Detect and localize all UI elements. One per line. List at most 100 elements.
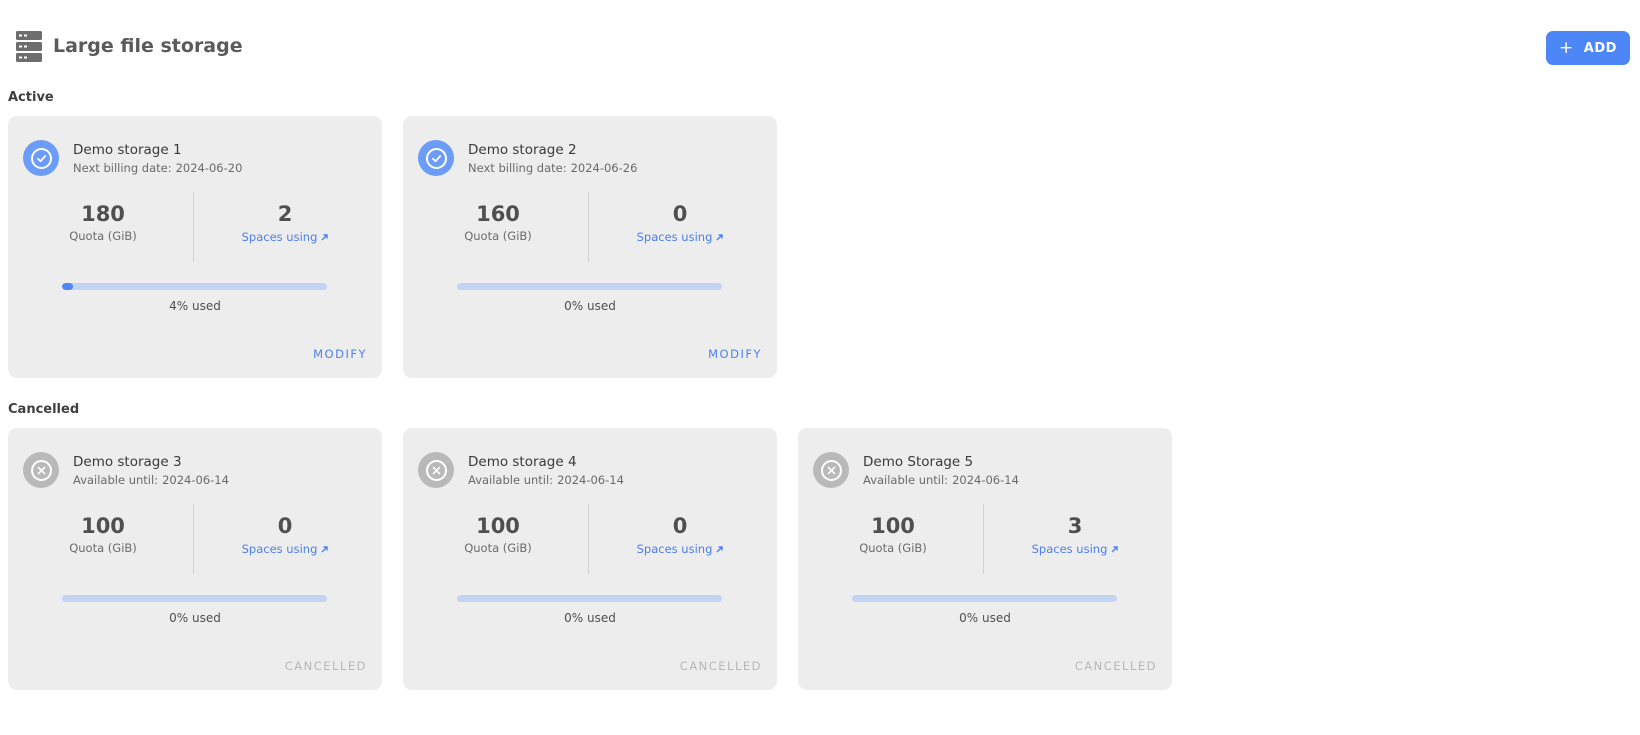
- usage-progress-bar: [62, 283, 327, 290]
- spaces-stat: 2 Spaces using: [219, 202, 351, 245]
- external-arrow-icon: [716, 542, 724, 556]
- stat-divider: [193, 504, 194, 574]
- spaces-using-link[interactable]: Spaces using: [1032, 542, 1119, 556]
- external-arrow-icon: [1111, 542, 1119, 556]
- check-circle-icon: [418, 140, 454, 176]
- page-header: Large file storage + ADD: [16, 28, 1630, 68]
- active-storage-list: Demo storage 1 Next billing date: 2024-06…: [8, 116, 777, 378]
- date-label: Next billing date:: [73, 161, 172, 175]
- check-circle-icon: [23, 140, 59, 176]
- date-value: 2024-06-14: [557, 473, 624, 487]
- storage-name: Demo storage 1: [73, 142, 182, 158]
- external-arrow-icon: [716, 230, 724, 244]
- storage-date: Next billing date: 2024-06-26: [468, 161, 637, 175]
- x-circle-icon: [813, 452, 849, 488]
- storage-date: Available until: 2024-06-14: [863, 473, 1019, 487]
- external-arrow-icon: [321, 230, 329, 244]
- spaces-stat: 0 Spaces using: [614, 202, 746, 245]
- spaces-stat: 3 Spaces using: [1009, 514, 1141, 557]
- spaces-value: 2: [277, 202, 293, 226]
- add-button-label: ADD: [1583, 40, 1617, 56]
- usage-text: 4% used: [169, 299, 221, 313]
- quota-value: 100: [81, 514, 125, 538]
- storage-card: Demo storage 3 Available until: 2024-06-1…: [8, 428, 382, 690]
- stat-divider: [588, 192, 589, 262]
- date-label: Next billing date:: [468, 161, 567, 175]
- quota-label: Quota (GiB): [69, 541, 137, 555]
- storage-name: Demo storage 4: [468, 454, 577, 470]
- x-circle-icon: [418, 452, 454, 488]
- quota-value: 100: [476, 514, 520, 538]
- date-value: 2024-06-20: [175, 161, 243, 175]
- usage-text: 0% used: [564, 611, 616, 625]
- quota-label: Quota (GiB): [464, 541, 532, 555]
- date-label: Available until:: [73, 473, 159, 487]
- usage-progress-fill: [62, 283, 73, 290]
- usage-progress-bar: [457, 283, 722, 290]
- quota-value: 180: [81, 202, 125, 226]
- usage-progress-bar: [62, 595, 327, 602]
- spaces-using-label: Spaces using: [636, 230, 713, 244]
- spaces-value: 0: [672, 202, 688, 226]
- quota-label: Quota (GiB): [464, 229, 532, 243]
- quota-value: 100: [871, 514, 915, 538]
- usage-text: 0% used: [959, 611, 1011, 625]
- date-label: Available until:: [468, 473, 554, 487]
- modify-button[interactable]: MODIFY: [313, 347, 367, 361]
- cancelled-status-label: CANCELLED: [679, 659, 762, 673]
- server-storage-icon: [16, 31, 42, 62]
- cancelled-status-label: CANCELLED: [284, 659, 367, 673]
- storage-card: Demo Storage 5 Available until: 2024-06-1…: [798, 428, 1172, 690]
- storage-name: Demo storage 2: [468, 142, 577, 158]
- usage-text: 0% used: [564, 299, 616, 313]
- spaces-value: 0: [277, 514, 293, 538]
- spaces-stat: 0 Spaces using: [614, 514, 746, 557]
- storage-name: Demo Storage 5: [863, 454, 974, 470]
- external-arrow-icon: [321, 542, 329, 556]
- add-button[interactable]: + ADD: [1546, 31, 1630, 65]
- quota-stat: 160 Quota (GiB): [432, 202, 564, 243]
- section-label-cancelled: Cancelled: [8, 402, 80, 417]
- storage-date: Available until: 2024-06-14: [468, 473, 624, 487]
- modify-button[interactable]: MODIFY: [708, 347, 762, 361]
- quota-label: Quota (GiB): [859, 541, 927, 555]
- stat-divider: [588, 504, 589, 574]
- spaces-value: 0: [672, 514, 688, 538]
- storage-card: Demo storage 2 Next billing date: 2024-06…: [403, 116, 777, 378]
- date-value: 2024-06-26: [570, 161, 638, 175]
- cancelled-storage-list: Demo storage 3 Available until: 2024-06-1…: [8, 428, 1172, 690]
- plus-icon: +: [1559, 37, 1574, 58]
- x-circle-icon: [23, 452, 59, 488]
- spaces-using-label: Spaces using: [1031, 542, 1108, 556]
- quota-value: 160: [476, 202, 520, 226]
- quota-stat: 100 Quota (GiB): [827, 514, 959, 555]
- usage-progress-bar: [457, 595, 722, 602]
- storage-card: Demo storage 4 Available until: 2024-06-1…: [403, 428, 777, 690]
- usage-text: 0% used: [169, 611, 221, 625]
- storage-name: Demo storage 3: [73, 454, 182, 470]
- stat-divider: [983, 504, 984, 574]
- section-label-active: Active: [8, 90, 54, 105]
- quota-stat: 100 Quota (GiB): [432, 514, 564, 555]
- spaces-using-link[interactable]: Spaces using: [637, 542, 724, 556]
- spaces-using-link[interactable]: Spaces using: [242, 542, 329, 556]
- cancelled-status-label: CANCELLED: [1074, 659, 1157, 673]
- storage-date: Next billing date: 2024-06-20: [73, 161, 242, 175]
- spaces-using-label: Spaces using: [241, 542, 318, 556]
- usage-progress-bar: [852, 595, 1117, 602]
- stat-divider: [193, 192, 194, 262]
- date-label: Available until:: [863, 473, 949, 487]
- spaces-using-label: Spaces using: [241, 230, 318, 244]
- spaces-using-link[interactable]: Spaces using: [637, 230, 724, 244]
- storage-date: Available until: 2024-06-14: [73, 473, 229, 487]
- date-value: 2024-06-14: [162, 473, 229, 487]
- quota-label: Quota (GiB): [69, 229, 137, 243]
- storage-card: Demo storage 1 Next billing date: 2024-06…: [8, 116, 382, 378]
- spaces-using-link[interactable]: Spaces using: [242, 230, 329, 244]
- spaces-using-label: Spaces using: [636, 542, 713, 556]
- quota-stat: 100 Quota (GiB): [37, 514, 169, 555]
- date-value: 2024-06-14: [952, 473, 1019, 487]
- quota-stat: 180 Quota (GiB): [37, 202, 169, 243]
- page-title: Large file storage: [53, 35, 243, 57]
- spaces-stat: 0 Spaces using: [219, 514, 351, 557]
